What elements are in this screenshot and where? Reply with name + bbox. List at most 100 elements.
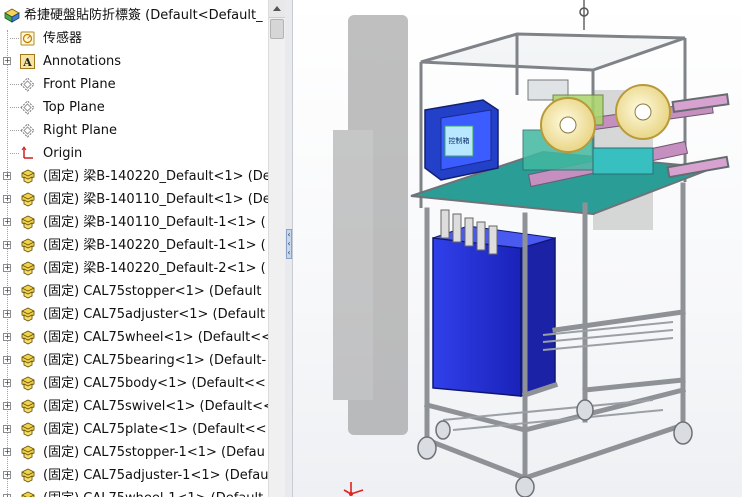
part-icon: [19, 467, 37, 484]
part-icon: [19, 283, 37, 300]
graphics-viewport[interactable]: 控制箱: [293, 0, 742, 497]
part-icon: [19, 168, 37, 185]
feature-manager-tree-panel: 希捷硬盤貼防折標簽 (Default<Default_ 传感器 + A Annotat…: [0, 0, 286, 497]
plane-icon: [19, 122, 37, 139]
tree-item[interactable]: + (固定) CAL75adjuster-1<1> (Defau: [0, 464, 269, 487]
machine-model: 控制箱: [333, 0, 730, 497]
tree-item[interactable]: +(固定) CAL75wheel-1<1> (Default: [0, 487, 268, 497]
tree-item[interactable]: Top Plane: [0, 96, 268, 119]
tree-item-label: (固定) 梁B-140220_Default<1> (De: [43, 169, 271, 184]
tree-item-label: (固定) 梁B-140220_Default-1<1> (: [43, 238, 266, 253]
expand-plus-icon[interactable]: +: [3, 264, 11, 272]
solidworks-window: 希捷硬盤貼防折標簽 (Default<Default_ 传感器 + A Annotat…: [0, 0, 742, 497]
tree-item-label: 传感器: [43, 31, 83, 46]
expand-plus-icon[interactable]: +: [3, 195, 11, 203]
tree-item[interactable]: + (固定) CAL75adjuster<1> (Default: [0, 303, 268, 326]
tree-item-label: (固定) CAL75stopper<1> (Default: [43, 284, 262, 299]
tree-item[interactable]: + (固定) CAL75wheel<1> (Default<<: [0, 326, 272, 349]
tree-item-label: (固定) CAL75swivel<1> (Default<<: [43, 399, 274, 414]
tree-item[interactable]: Front Plane: [0, 73, 268, 96]
tree-connector: [10, 38, 19, 39]
svg-text:A: A: [22, 56, 32, 69]
side-rails: [666, 93, 730, 179]
expand-plus-icon[interactable]: +: [3, 448, 11, 456]
expand-plus-icon[interactable]: +: [3, 310, 11, 318]
tree-item-label: (固定) CAL75bearing<1> (Default-: [43, 353, 267, 368]
feature-tree: 希捷硬盤貼防折標簽 (Default<Default_ 传感器 + A Annotat…: [0, 0, 274, 497]
plane-icon: [19, 76, 37, 93]
tree-item[interactable]: + (固定) CAL75body<1> (Default<<: [0, 372, 268, 395]
expand-plus-icon[interactable]: +: [3, 218, 11, 226]
panel-splitter[interactable]: ‹ ‹ ‹: [285, 0, 293, 497]
expand-plus-icon[interactable]: +: [3, 333, 11, 341]
tree-item[interactable]: Right Plane: [0, 119, 268, 142]
tree-item[interactable]: + (固定) 梁B-140220_Default-1<1> (: [0, 234, 268, 257]
tree-connector: [10, 130, 19, 131]
tree-item[interactable]: + (固定) CAL75plate<1> (Default<<: [0, 418, 268, 441]
expand-plus-icon[interactable]: +: [3, 425, 11, 433]
part-icon: [19, 237, 37, 254]
tree-connector: [10, 107, 19, 108]
tree-item[interactable]: + (固定) 梁B-140110_Default<1> (De: [0, 188, 271, 211]
tree-item[interactable]: + (固定) 梁B-140220_Default-2<1> (: [0, 257, 268, 280]
tree-connector: [10, 153, 19, 154]
part-icon: [19, 421, 37, 438]
tree-item-label: Annotations: [43, 54, 122, 69]
tree-item[interactable]: + A Annotations: [0, 50, 268, 73]
tree-item-label: (固定) CAL75adjuster-1<1> (Defau: [43, 468, 269, 483]
tree-item[interactable]: + (固定) CAL75stopper<1> (Default: [0, 280, 268, 303]
tree-item-label: (固定) CAL75plate<1> (Default<<: [43, 422, 267, 437]
tree-item[interactable]: + (固定) CAL75swivel<1> (Default<<: [0, 395, 274, 418]
annotations-icon: A: [19, 53, 37, 70]
tree-item-label: (固定) CAL75adjuster<1> (Default: [43, 307, 266, 322]
tree-item-label: (固定) 梁B-140110_Default<1> (De: [43, 192, 271, 207]
part-icon: [19, 191, 37, 208]
part-icon: [19, 260, 37, 277]
tree-root-assembly[interactable]: 希捷硬盤貼防折標簽 (Default<Default_: [0, 4, 268, 27]
tree-item-label: (固定) 梁B-140220_Default-2<1> (: [43, 261, 266, 276]
assembly-icon: [3, 7, 21, 24]
folder-sensor-icon: [19, 30, 37, 47]
part-icon: [19, 398, 37, 415]
tree-item-label: Front Plane: [43, 77, 116, 92]
part-icon: [19, 329, 37, 346]
expand-plus-icon[interactable]: +: [3, 402, 11, 410]
part-icon: [19, 352, 37, 369]
part-icon: [19, 375, 37, 392]
control-box-label: 控制箱: [449, 136, 470, 145]
expand-plus-icon[interactable]: +: [3, 379, 11, 387]
tree-item-label: (固定) CAL75wheel-1<1> (Default: [43, 487, 263, 497]
tree-item[interactable]: + (固定) 梁B-140220_Default<1> (De: [0, 165, 271, 188]
tree-item-label: (固定) CAL75wheel<1> (Default<<: [43, 330, 273, 345]
coordinate-triad-icon: [343, 482, 364, 496]
expand-plus-icon[interactable]: +: [3, 356, 11, 364]
tree-item-label: Right Plane: [43, 123, 118, 138]
scroll-up-arrow-icon[interactable]: [269, 0, 285, 18]
tree-item[interactable]: + (固定) CAL75bearing<1> (Default-: [0, 349, 268, 372]
collapse-panel-icon[interactable]: ‹ ‹ ‹: [286, 229, 292, 259]
tree-item-label: (固定) CAL75stopper-1<1> (Defau: [43, 445, 265, 460]
tree-item[interactable]: Origin: [0, 142, 268, 165]
expand-plus-icon[interactable]: +: [3, 172, 11, 180]
expand-plus-icon[interactable]: +: [3, 241, 11, 249]
scroll-thumb[interactable]: [270, 19, 284, 39]
tree-item-label: Top Plane: [43, 100, 105, 115]
tree-scrollbar[interactable]: [268, 0, 285, 497]
tree-root-label: 希捷硬盤貼防折標簽 (Default<Default_: [24, 8, 263, 23]
part-icon: [19, 214, 37, 231]
expand-plus-icon[interactable]: +: [3, 287, 11, 295]
tree-connector: [10, 84, 19, 85]
tree-item[interactable]: 传感器: [0, 27, 268, 50]
tree-item[interactable]: + (固定) 梁B-140110_Default-1<1> (: [0, 211, 268, 234]
expand-plus-icon[interactable]: +: [3, 471, 11, 479]
tree-item-label: (固定) CAL75body<1> (Default<<: [43, 376, 266, 391]
expand-plus-icon[interactable]: +: [3, 57, 11, 65]
tree-item[interactable]: + (固定) CAL75stopper-1<1> (Defau: [0, 441, 268, 464]
part-icon: [19, 306, 37, 323]
part-icon: [19, 444, 37, 461]
tree-item-label: Origin: [43, 146, 83, 161]
origin-icon: [19, 145, 37, 162]
plane-icon: [19, 99, 37, 116]
part-icon: [19, 490, 37, 497]
tree-item-label: (固定) 梁B-140110_Default-1<1> (: [43, 215, 266, 230]
